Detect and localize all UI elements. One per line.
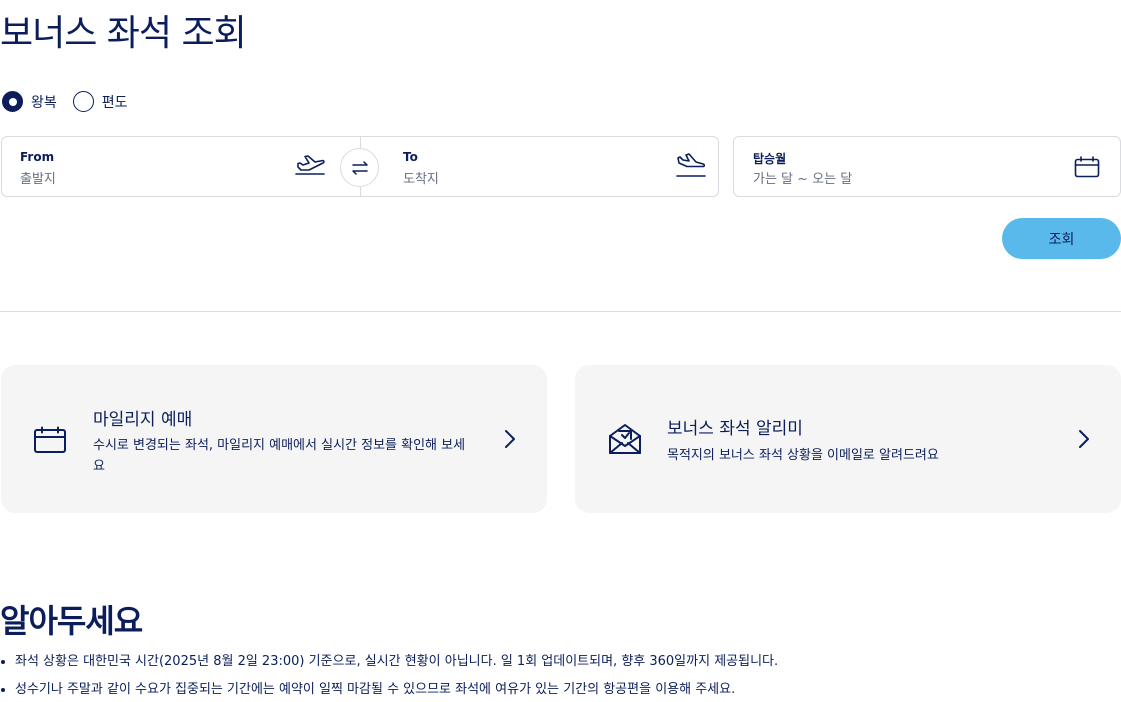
round-trip-radio[interactable]: 왕복 bbox=[2, 91, 57, 112]
notice-title: 알아두세요 bbox=[0, 602, 143, 640]
boarding-month-label: 탑승월 bbox=[753, 152, 787, 166]
mail-alert-icon bbox=[608, 422, 642, 460]
bonus-seat-alert-description: 목적지의 보너스 좌석 상황을 이메일로 알려드려요 bbox=[667, 448, 939, 463]
chevron-right-icon bbox=[1078, 429, 1090, 453]
to-field[interactable]: To 도착지 bbox=[361, 137, 719, 196]
notice-item: 성수기나 주말과 같이 수요가 집중되는 기간에는 예약이 일찍 마감될 수 있… bbox=[0, 678, 778, 702]
landing-icon bbox=[675, 153, 707, 183]
page-title: 보너스 좌석 조회 bbox=[0, 13, 247, 54]
calendar-icon bbox=[33, 426, 67, 458]
notice-item: 좌석 상황은 대한민국 시간(2025년 8월 2일 23:00) 기준으로, … bbox=[0, 650, 778, 678]
radio-unchecked-indicator bbox=[72, 91, 94, 112]
from-label: From bbox=[20, 150, 55, 164]
from-field[interactable]: From 출발지 bbox=[2, 137, 360, 196]
boarding-month-field[interactable]: 탑승월 가는 달 ~ 오는 달 bbox=[733, 136, 1121, 197]
search-button[interactable]: 조회 bbox=[1002, 218, 1121, 259]
one-way-label: 편도 bbox=[101, 94, 128, 111]
takeoff-icon bbox=[294, 153, 326, 181]
calendar-icon bbox=[1074, 156, 1100, 182]
boarding-month-placeholder: 가는 달 ~ 오는 달 bbox=[753, 172, 853, 187]
bonus-seat-alert-title: 보너스 좌석 알리미 bbox=[667, 419, 803, 439]
section-divider bbox=[0, 311, 1121, 312]
bonus-seat-alert-card[interactable]: 보너스 좌석 알리미 목적지의 보너스 좌석 상황을 이메일로 알려드려요 bbox=[575, 365, 1121, 513]
to-placeholder: 도착지 bbox=[403, 172, 439, 187]
notice-list: 좌석 상황은 대한민국 시간(2025년 8월 2일 23:00) 기준으로, … bbox=[0, 650, 778, 702]
mileage-booking-title: 마일리지 예매 bbox=[93, 410, 193, 430]
swap-route-button[interactable] bbox=[340, 148, 379, 187]
round-trip-label: 왕복 bbox=[31, 94, 57, 111]
from-placeholder: 출발지 bbox=[20, 172, 56, 187]
trip-type-group: 왕복 편도 bbox=[2, 91, 144, 112]
radio-checked-indicator bbox=[2, 91, 23, 112]
swap-arrows-icon bbox=[351, 160, 368, 175]
chevron-right-icon bbox=[504, 429, 516, 453]
mileage-booking-description: 수시로 변경되는 좌석, 마일리지 예매에서 실시간 정보를 확인해 보세요 bbox=[93, 438, 466, 474]
one-way-radio[interactable]: 편도 bbox=[72, 91, 128, 112]
to-label: To bbox=[403, 150, 418, 164]
mileage-booking-card[interactable]: 마일리지 예매 수시로 변경되는 좌석, 마일리지 예매에서 실시간 정보를 확… bbox=[1, 365, 547, 513]
